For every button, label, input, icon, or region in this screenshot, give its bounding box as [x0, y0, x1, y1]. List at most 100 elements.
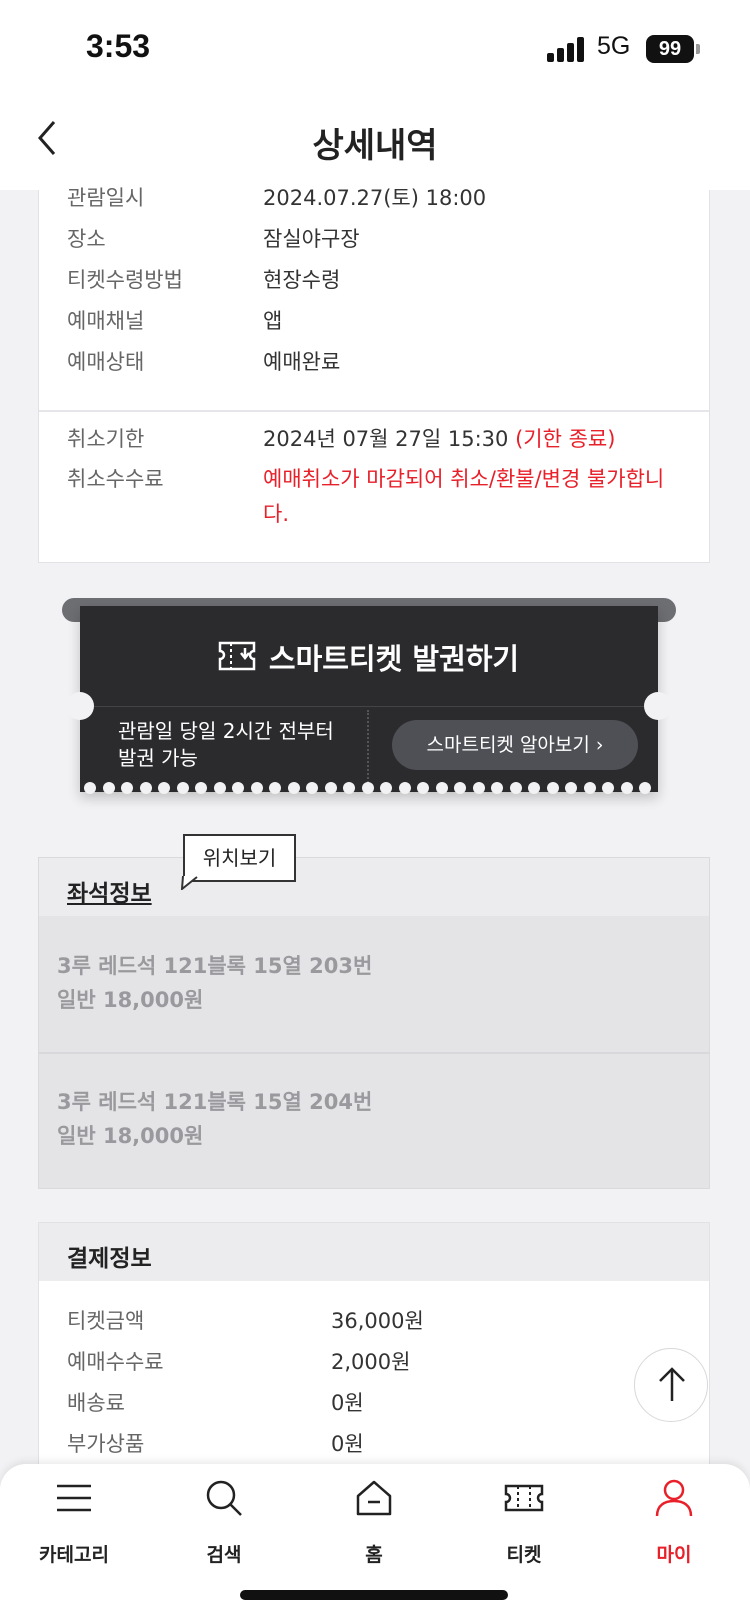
ticket-edge-hole	[528, 782, 540, 794]
detail-label: 관람일시	[67, 186, 145, 210]
payment-value: 36,000원	[331, 1309, 424, 1333]
ticket-edge-hole	[602, 782, 614, 794]
ticket-perforation	[367, 710, 369, 786]
user-icon	[655, 1479, 693, 1517]
detail-value: 2024.07.27(토) 18:00	[263, 186, 487, 210]
battery-tip	[696, 44, 700, 54]
payment-label: 부가상품	[67, 1432, 145, 1456]
seat-item: 3루 레드석 121블록 15열 204번 일반 18,000원	[39, 1054, 709, 1190]
page-header: 상세내역	[0, 100, 750, 190]
ticket-edge-hole	[639, 782, 651, 794]
ticket-divider	[94, 706, 644, 707]
ticket-edge-hole	[472, 782, 485, 794]
tab-ticket[interactable]: 티켓	[464, 1478, 584, 1578]
tab-my[interactable]: 마이	[614, 1478, 734, 1578]
ticket-edge-hole	[84, 782, 96, 794]
payment-info-header: 결제정보	[39, 1223, 709, 1281]
ticket-notch	[66, 692, 94, 720]
seat-location: 3루 레드석 121블록 15열 203번	[57, 954, 373, 978]
smart-ticket-note-line1: 관람일 당일 2시간 전부터	[118, 719, 334, 743]
ticket-edge-hole	[287, 782, 300, 794]
payment-label: 티켓금액	[67, 1309, 145, 1333]
view-location-tooltip[interactable]: 위치보기	[183, 834, 296, 882]
status-time: 3:53	[86, 28, 151, 64]
network-label: 5G	[597, 32, 631, 60]
detail-label: 예매상태	[67, 350, 145, 374]
seat-info-header: 좌석정보	[39, 858, 709, 916]
ticket-edge-hole	[324, 782, 337, 794]
reservation-details-card: 관람일시 2024.07.27(토) 18:00 장소 잠실야구장 티켓수령방법…	[38, 186, 710, 563]
ticket-edge-hole	[454, 782, 466, 794]
ticket-edge	[80, 782, 658, 796]
search-icon	[206, 1480, 242, 1516]
ticket-edge-hole	[250, 782, 263, 794]
smart-ticket-card[interactable]: 스마트티켓 발권하기 관람일 당일 2시간 전부터 발권 가능 스마트티켓 알아…	[66, 606, 672, 792]
cancel-deadline-date: 2024년 07월 27일 15:30	[263, 427, 509, 451]
tooltip-tail	[180, 876, 198, 890]
menu-icon	[57, 1484, 91, 1512]
seat-info-section: 좌석정보 3루 레드석 121블록 15열 203번 일반 18,000원 3루…	[38, 857, 710, 1189]
ticket-edge-hole	[343, 782, 355, 794]
seat-item: 3루 레드석 121블록 15열 203번 일반 18,000원	[39, 916, 709, 1052]
smart-ticket-note: 관람일 당일 2시간 전부터 발권 가능	[118, 718, 358, 772]
payment-value: 2,000원	[331, 1350, 411, 1374]
detail-label: 장소	[67, 227, 106, 251]
ticket-edge-hole	[102, 782, 115, 794]
smart-ticket-title: 스마트티켓 발권하기	[268, 642, 520, 676]
payment-info-title: 결제정보	[67, 1246, 152, 1272]
divider	[39, 410, 709, 412]
tab-label: 마이	[656, 1544, 692, 1566]
payment-label: 배송료	[67, 1391, 125, 1415]
ticket-edge-hole	[232, 782, 244, 794]
ticket-icon	[504, 1484, 544, 1512]
cancel-fee-line1: 예매취소가 마감되어 취소/환불/변경 불가합니	[263, 467, 665, 491]
arrow-up-icon	[659, 1367, 685, 1401]
seat-location: 3루 레드석 121블록 15열 204번	[57, 1090, 373, 1114]
ticket-edge-hole	[158, 782, 170, 794]
ticket-edge-hole	[546, 782, 559, 794]
ticket-edge-hole	[417, 782, 429, 794]
ticket-edge-hole	[565, 782, 577, 794]
payment-info-section: 결제정보 티켓금액 36,000원 예매수수료 2,000원 배송료 0원 부가…	[38, 1222, 710, 1482]
seat-price: 일반 18,000원	[57, 988, 204, 1012]
ticket-edge-hole	[380, 782, 392, 794]
smart-ticket-guide-button[interactable]: 스마트티켓 알아보기 ›	[392, 720, 638, 770]
tab-home[interactable]: 홈	[314, 1478, 434, 1578]
ticket-edge-hole	[509, 782, 522, 794]
tab-category[interactable]: 카테고리	[14, 1478, 134, 1578]
payment-label: 예매수수료	[67, 1350, 164, 1374]
detail-label: 티켓수령방법	[67, 268, 183, 292]
ticket-edge-hole	[435, 782, 448, 794]
payment-value: 0원	[331, 1432, 364, 1456]
cancel-deadline-label: 취소기한	[67, 427, 145, 451]
ticket-edge-hole	[139, 782, 152, 794]
detail-label: 예매채널	[67, 309, 145, 333]
home-indicator	[240, 1590, 508, 1600]
detail-value: 앱	[263, 309, 283, 333]
payment-value: 0원	[331, 1391, 364, 1415]
ticket-edge-hole	[269, 782, 281, 794]
status-bar: 3:53 5G 99	[0, 0, 750, 100]
ticket-edge-hole	[491, 782, 503, 794]
detail-value: 잠실야구장	[263, 227, 360, 251]
ticket-edge-hole	[213, 782, 226, 794]
ticket-edge-hole	[176, 782, 189, 794]
ticket-edge-hole	[583, 782, 596, 794]
ticket-edge-hole	[657, 782, 658, 794]
tab-search[interactable]: 검색	[164, 1478, 284, 1578]
tab-label: 티켓	[506, 1544, 542, 1566]
cancel-fee-line2: 다.	[263, 502, 289, 526]
tab-label: 홈	[365, 1544, 383, 1566]
ticket-notch	[644, 692, 672, 720]
home-icon	[356, 1480, 392, 1516]
seat-info-title: 좌석정보	[67, 881, 152, 907]
tab-label: 카테고리	[39, 1544, 109, 1566]
page-title: 상세내역	[312, 126, 438, 166]
ticket-edge-hole	[620, 782, 633, 794]
cancel-deadline-value: 2024년 07월 27일 15:30 (기한 종료)	[263, 423, 615, 453]
ticket-edge-hole	[306, 782, 318, 794]
detail-value: 현장수령	[263, 268, 341, 292]
seat-price: 일반 18,000원	[57, 1124, 204, 1148]
scroll-top-button[interactable]	[634, 1348, 708, 1422]
battery-icon: 99	[646, 35, 694, 63]
